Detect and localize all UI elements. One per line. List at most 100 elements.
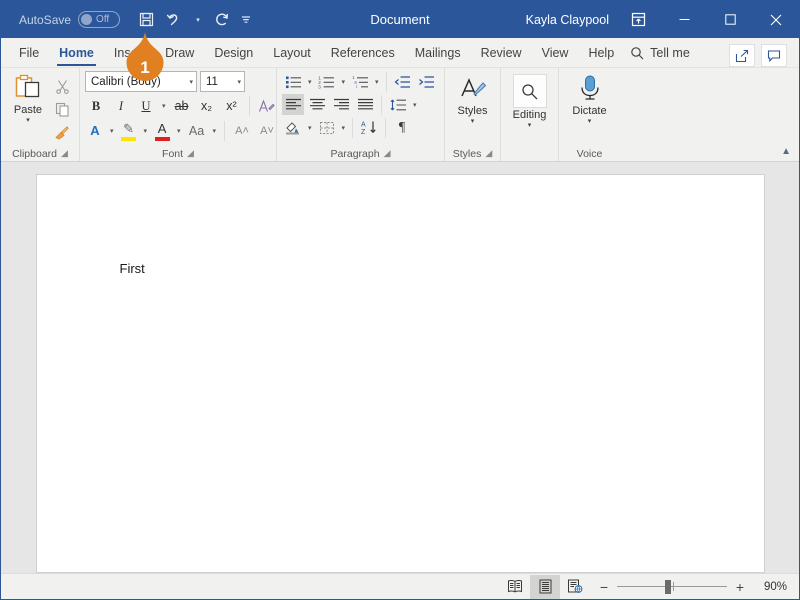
pilcrow-icon: ¶ [398,119,406,135]
align-right-button[interactable] [330,94,352,115]
font-name-input[interactable]: Calibri (Body) ▾ [85,71,197,92]
ribbon-tab-strip: File Home Insert Draw Design Layout Refe… [1,38,799,68]
increase-indent-button[interactable] [416,71,438,92]
tab-home[interactable]: Home [49,39,104,67]
tab-view[interactable]: View [532,39,579,67]
bullets-caret-icon[interactable]: ▾ [306,78,314,86]
maximize-button[interactable] [707,1,753,38]
tab-review[interactable]: Review [471,39,532,67]
paste-caret-icon[interactable]: ▾ [26,116,30,125]
paste-button[interactable]: Paste ▾ [6,71,50,125]
align-left-button[interactable] [282,94,304,115]
web-layout-button[interactable] [560,575,590,599]
multilevel-caret-icon[interactable]: ▾ [373,78,381,86]
decrease-indent-button[interactable] [392,71,414,92]
collapse-ribbon-icon[interactable]: ▲ [781,146,791,157]
superscript-button[interactable]: x² [221,95,243,117]
share-button[interactable] [729,44,755,67]
close-button[interactable] [753,1,799,38]
tab-help[interactable]: Help [578,39,624,67]
svg-text:A: A [361,122,366,129]
undo-dropdown-icon[interactable]: ▾ [189,7,207,33]
styles-dialog-launcher[interactable]: ◢ [485,149,492,158]
tab-draw[interactable]: Draw [155,39,204,67]
shading-button[interactable] [282,117,304,138]
text-effects-button[interactable]: A [85,124,105,138]
change-case-button[interactable]: Aa [186,120,208,142]
autosave-toggle[interactable]: AutoSave Off [19,11,121,28]
grow-font-button[interactable]: A˄ [231,120,253,142]
tab-layout[interactable]: Layout [263,39,321,67]
underline-button[interactable]: U [135,95,157,117]
tab-mailings[interactable]: Mailings [405,39,471,67]
cut-button[interactable] [50,75,74,97]
highlight-caret-icon[interactable]: ▾ [142,127,150,135]
tab-references[interactable]: References [321,39,405,67]
clipboard-dialog-launcher[interactable]: ◢ [61,149,68,158]
zoom-slider[interactable] [617,579,727,594]
document-page[interactable]: First [35,174,765,573]
font-size-caret-icon[interactable]: ▾ [233,78,241,86]
minimize-button[interactable] [661,1,707,38]
tell-me-label: Tell me [650,46,690,60]
undo-button[interactable] [161,7,187,33]
zoom-in-button[interactable]: + [734,579,746,595]
bullets-button[interactable] [282,71,304,92]
dictate-caret-icon[interactable]: ▾ [588,117,592,126]
numbering-caret-icon[interactable]: ▾ [340,78,348,86]
font-size-input[interactable]: 11 ▾ [200,71,245,92]
shading-caret-icon[interactable]: ▾ [306,124,314,132]
print-layout-button[interactable] [530,574,560,599]
zoom-out-button[interactable]: − [598,579,610,595]
user-account-name[interactable]: Kayla Claypool [526,13,609,27]
customize-quick-access-icon[interactable] [237,7,255,33]
text-effects-caret-icon[interactable]: ▾ [108,127,116,135]
align-center-button[interactable] [306,94,328,115]
read-mode-button[interactable] [500,575,530,599]
editing-button[interactable]: Editing ▾ [506,71,553,130]
line-spacing-caret-icon[interactable]: ▾ [411,101,419,109]
dictate-button[interactable]: Dictate ▾ [564,71,615,126]
sort-button[interactable]: A Z [358,117,380,138]
zoom-slider-thumb[interactable] [665,579,672,594]
format-painter-button[interactable] [50,121,74,143]
clear-formatting-button[interactable] [256,95,278,117]
underline-caret-icon[interactable]: ▾ [160,102,168,110]
status-bar-right: − + 90% [500,574,799,599]
tab-file[interactable]: File [9,39,49,67]
font-name-caret-icon[interactable]: ▾ [185,78,193,86]
subscript-button[interactable]: x₂ [196,95,218,117]
autosave-switch[interactable]: Off [78,11,121,28]
copy-button[interactable] [50,98,74,120]
borders-button[interactable] [316,117,338,138]
document-area[interactable]: First [1,162,799,573]
bold-button[interactable]: B [85,95,107,117]
tab-insert[interactable]: Insert [104,39,155,67]
numbering-button[interactable]: 1 2 3 [316,71,338,92]
paragraph-dialog-launcher[interactable]: ◢ [384,149,391,158]
justify-button[interactable] [354,94,376,115]
text-highlight-button[interactable]: ✎ [119,121,139,141]
borders-caret-icon[interactable]: ▾ [340,124,348,132]
font-color-button[interactable]: A [152,121,172,141]
shrink-font-button[interactable]: A˅ [256,120,278,142]
document-body-text[interactable]: First [120,261,145,276]
font-color-caret-icon[interactable]: ▾ [175,127,183,135]
italic-button[interactable]: I [110,95,132,117]
save-button[interactable] [133,7,159,33]
change-case-caret-icon[interactable]: ▾ [211,127,219,135]
tab-design[interactable]: Design [204,39,263,67]
line-spacing-button[interactable] [387,94,409,115]
styles-button[interactable]: Styles ▾ [450,71,495,126]
editing-caret-icon[interactable]: ▾ [528,121,532,130]
multilevel-list-button[interactable]: 1 a i [349,71,371,92]
comments-button[interactable] [761,44,787,67]
font-dialog-launcher[interactable]: ◢ [187,149,194,158]
strikethrough-button[interactable]: ab [171,95,193,117]
zoom-level-label[interactable]: 90% [753,581,787,593]
show-formatting-marks-button[interactable]: ¶ [391,117,413,138]
styles-caret-icon[interactable]: ▾ [471,117,475,126]
tell-me-search[interactable]: Tell me [630,39,690,67]
ribbon-display-options-icon[interactable] [623,5,653,35]
redo-button[interactable] [209,7,235,33]
